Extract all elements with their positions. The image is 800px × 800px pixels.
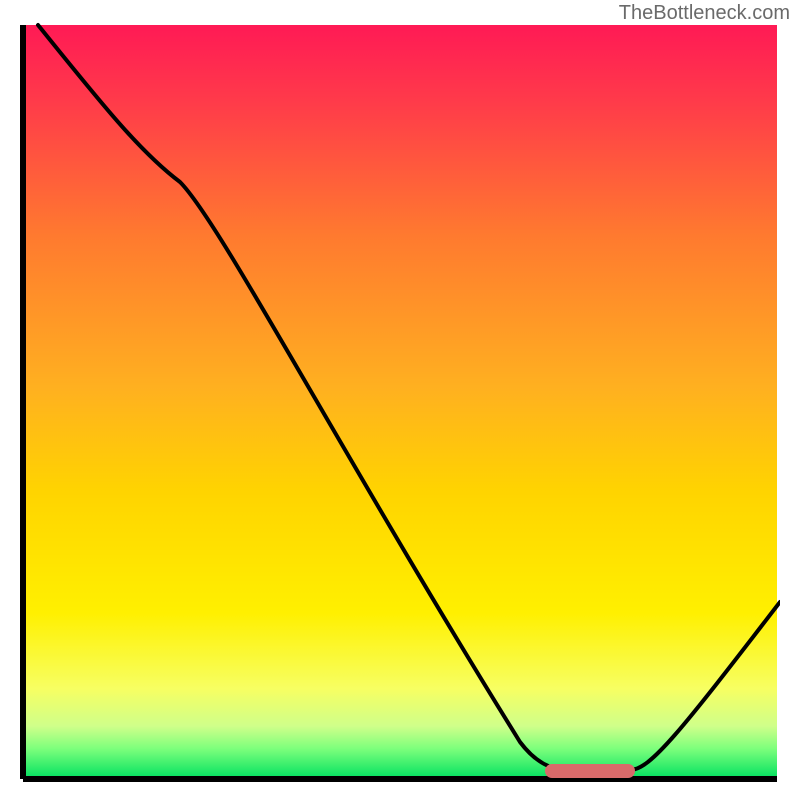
chart-background-gradient: [23, 25, 777, 779]
bottleneck-chart-svg: [20, 22, 780, 782]
chart-container: [20, 22, 780, 782]
optimal-range-marker: [545, 764, 635, 778]
